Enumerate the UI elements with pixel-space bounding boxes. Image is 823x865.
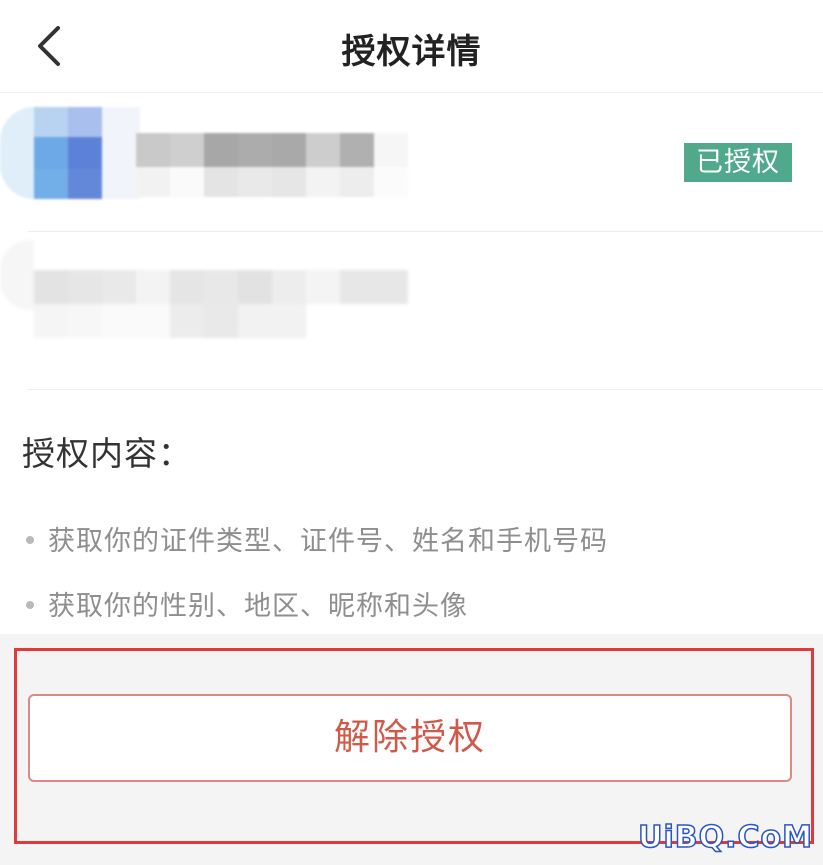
bullet-icon (26, 535, 34, 544)
app-name (136, 133, 408, 197)
watermark: UiBQ.CoM (637, 819, 813, 856)
section-title: 授权内容： (22, 434, 192, 473)
bullet-icon (26, 600, 34, 609)
permission-text: 获取你的性别、地区、昵称和头像 (48, 591, 468, 622)
divider (28, 389, 823, 390)
permission-text: 获取你的证件类型、证件号、姓名和手机号码 (48, 526, 608, 557)
permission-item: 获取你的证件类型、证件号、姓名和手机号码 (26, 519, 608, 558)
status-badge: 已授权 (684, 143, 792, 182)
auth-detail-page: 授权详情 已授权 授权内容： 获取你的证件类型、证件号、姓名和手机号码 获取你的… (0, 0, 823, 865)
divider (28, 231, 823, 232)
app-logo (0, 107, 140, 199)
nav-header: 授权详情 (0, 0, 823, 93)
permission-item: 获取你的性别、地区、昵称和头像 (26, 584, 468, 623)
revoke-authorization-button[interactable]: 解除授权 (28, 694, 792, 782)
page-title: 授权详情 (341, 32, 482, 72)
validity-info (0, 240, 420, 350)
